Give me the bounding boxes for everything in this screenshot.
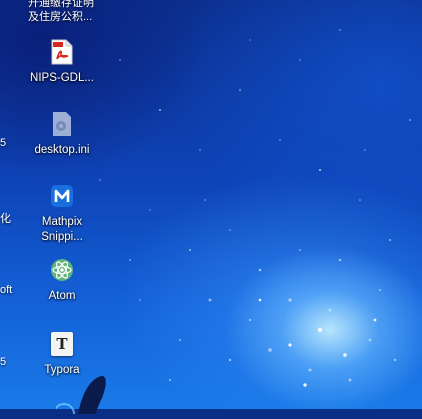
icon-label: desktop.ini [34, 144, 90, 156]
icon-label: NIPS-GDL... [30, 72, 94, 84]
desktop-icon-label-top[interactable]: 及住房公积... [28, 8, 92, 24]
clipped-icon-label[interactable]: 5 [0, 137, 6, 149]
wallpaper-figure [53, 374, 116, 419]
desktop-icon-desktop-ini[interactable]: desktop.ini [24, 108, 100, 158]
icon-label: Atom [48, 290, 76, 302]
desktop-icon-typora[interactable]: T Typora [24, 328, 100, 378]
pdf-icon [46, 36, 78, 68]
desktop-icon-pdf[interactable]: NIPS-GDL... [24, 36, 100, 86]
typora-icon: T [46, 328, 78, 360]
mathpix-icon [46, 180, 78, 212]
atom-icon [46, 254, 78, 286]
icon-label: Mathpix Snippi... [41, 216, 83, 243]
clipped-icon-label[interactable]: 5 [0, 356, 6, 368]
clipped-icon-label[interactable]: oft [0, 284, 12, 296]
config-file-icon [46, 108, 78, 140]
clipped-icon-label[interactable]: 化 [0, 210, 11, 226]
desktop-icon-atom[interactable]: Atom [24, 254, 100, 304]
desktop-icon-mathpix[interactable]: Mathpix Snippi... [24, 180, 100, 245]
